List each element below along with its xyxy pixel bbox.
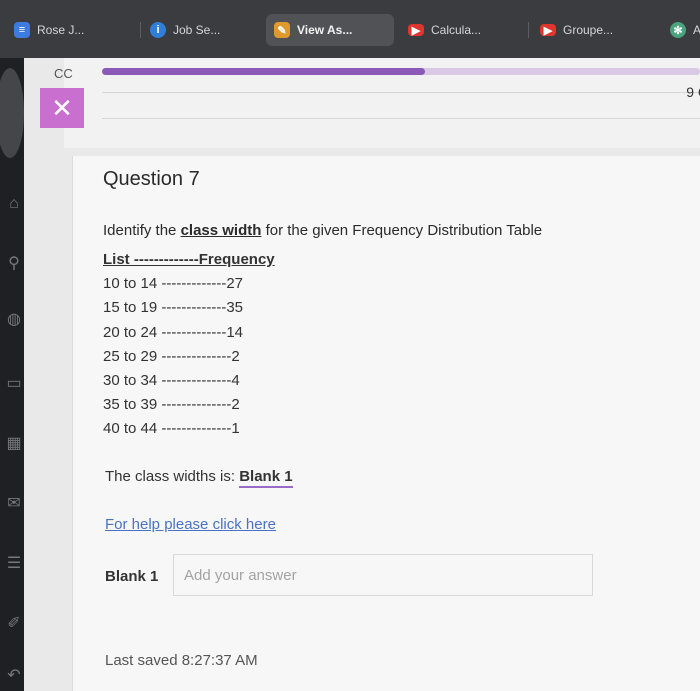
tab-label: View As... [297, 23, 353, 37]
pencil-icon: ✎ [274, 22, 290, 38]
tab-bar: ≡ Rose J... i Job Se... ✎ View As... ▶ C… [0, 0, 700, 58]
youtube-icon: ▶ [540, 24, 556, 37]
info-icon: i [150, 22, 166, 38]
blank-label: Blank 1 [105, 568, 159, 585]
divider [102, 92, 700, 93]
youtube-icon: ▶ [408, 24, 424, 37]
progress-fill [102, 68, 425, 75]
table-row: 10 to 14 -------------27 [103, 275, 244, 293]
question-counter: 9 C [686, 84, 700, 100]
table-row: 35 to 39 --------------2 [103, 396, 240, 414]
course-code: CC [54, 66, 73, 81]
globe-icon[interactable]: ◍ [4, 310, 24, 330]
help-link[interactable]: For help please click here [105, 516, 276, 533]
search-icon[interactable]: ⚲ [4, 254, 24, 274]
list-icon: ≡ [14, 22, 30, 38]
page: CC ✕ 9 C Question 7 Identify the class w… [24, 58, 700, 691]
tab-openai[interactable]: ✻ A [662, 14, 700, 46]
tab-grouped[interactable]: ▶ Groupe... [532, 14, 658, 46]
tab-label: Calcula... [431, 23, 482, 37]
tab-divider [528, 22, 529, 38]
table-row: 30 to 34 --------------4 [103, 372, 240, 390]
question-card: Question 7 Identify the class width for … [72, 156, 700, 691]
prompt-text: for the given Frequency Distribution Tab… [261, 222, 543, 239]
table-row: 25 to 29 --------------2 [103, 347, 240, 365]
table-row: 40 to 44 --------------1 [103, 420, 240, 438]
tab-label: Job Se... [173, 23, 221, 37]
table-header: List -------------Frequency [103, 251, 275, 268]
back-icon[interactable]: ↶ [4, 666, 24, 686]
frequency-table: List -------------Frequency 10 to 14 ---… [103, 248, 275, 442]
answer-input[interactable] [173, 554, 593, 596]
app-rail: ⌂ ⚲ ◍ ▭ ▦ ✉ ☰ ✐ ↶ [0, 58, 24, 691]
answer-sentence: The class widths is: Blank 1 [105, 468, 293, 488]
tab-label: Rose J... [37, 23, 85, 37]
mail-icon[interactable]: ✉ [4, 494, 24, 514]
blank-reference[interactable]: Blank 1 [239, 468, 293, 488]
rail-decoration [0, 68, 24, 158]
calendar-icon[interactable]: ▦ [4, 434, 24, 454]
answer-prefix: The class widths is: [105, 468, 240, 485]
close-button[interactable]: ✕ [40, 88, 84, 128]
divider [102, 118, 700, 119]
openai-icon: ✻ [670, 22, 686, 38]
table-row: 20 to 24 -------------14 [103, 323, 244, 341]
prompt-emphasis: class width [180, 222, 262, 239]
table-row: 15 to 19 -------------35 [103, 299, 244, 317]
last-saved-status: Last saved 8:27:37 AM [105, 652, 258, 669]
tab-rose[interactable]: ≡ Rose J... [6, 14, 138, 46]
book-icon[interactable]: ▭ [4, 374, 24, 394]
question-prompt: Identify the class width for the given F… [103, 222, 542, 239]
progress-bar [102, 68, 700, 75]
prompt-text: Identify the [103, 222, 181, 239]
tab-calculator[interactable]: ▶ Calcula... [400, 14, 526, 46]
tab-label: A [693, 23, 700, 37]
bank-icon[interactable]: ⌂ [4, 194, 24, 214]
tab-divider [140, 22, 141, 38]
tab-view-assignment[interactable]: ✎ View As... [266, 14, 394, 46]
question-title: Question 7 [103, 168, 200, 190]
tab-job-search[interactable]: i Job Se... [142, 14, 266, 46]
tab-label: Groupe... [563, 23, 614, 37]
list-icon[interactable]: ☰ [4, 554, 24, 574]
edit-icon[interactable]: ✐ [4, 614, 24, 634]
